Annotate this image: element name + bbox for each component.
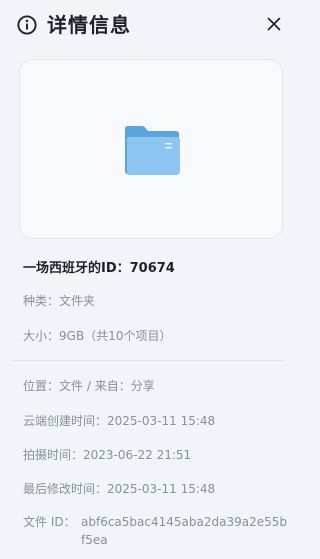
kind-label: 种类：	[23, 294, 60, 308]
kind-row: 种类：文件夹	[23, 292, 95, 310]
details-header: 详情信息	[0, 0, 301, 48]
modified-label: 最后修改时间：	[23, 482, 108, 496]
size-value: 9GB（共10个项目）	[59, 329, 172, 343]
location-label: 位置：	[23, 379, 60, 393]
cloud-created-value: 2025-03-11 15:48	[107, 414, 216, 428]
panel-title: 详情信息	[47, 13, 131, 37]
section-divider	[12, 360, 284, 361]
location-row: 位置：文件 / 来自：分享	[23, 377, 155, 395]
location-value: 文件 / 来自：分享	[59, 379, 155, 393]
size-label: 大小：	[23, 329, 60, 343]
shot-time-label: 拍摄时间：	[23, 448, 84, 462]
info-circle-icon	[17, 15, 37, 35]
close-icon[interactable]	[262, 12, 286, 36]
folder-icon	[125, 126, 180, 175]
size-row: 大小：9GB（共10个项目）	[23, 327, 171, 345]
file-id-value: abf6ca5bac4145aba2da39a2e55bf5ea	[81, 515, 287, 547]
file-id-label: 文件 ID：	[23, 515, 76, 529]
shot-time-value: 2023-06-22 21:51	[83, 448, 192, 462]
item-name: 一场西班牙的ID：70674	[23, 261, 175, 276]
cloud-created-row: 云端创建时间：2025-03-11 15:48	[23, 412, 215, 430]
shot-time-row: 拍摄时间：2023-06-22 21:51	[23, 446, 191, 464]
modified-value: 2025-03-11 15:48	[107, 482, 216, 496]
preview-card	[19, 59, 283, 239]
cloud-created-label: 云端创建时间：	[23, 414, 108, 428]
kind-value: 文件夹	[59, 294, 96, 308]
modified-row: 最后修改时间：2025-03-11 15:48	[23, 480, 215, 498]
